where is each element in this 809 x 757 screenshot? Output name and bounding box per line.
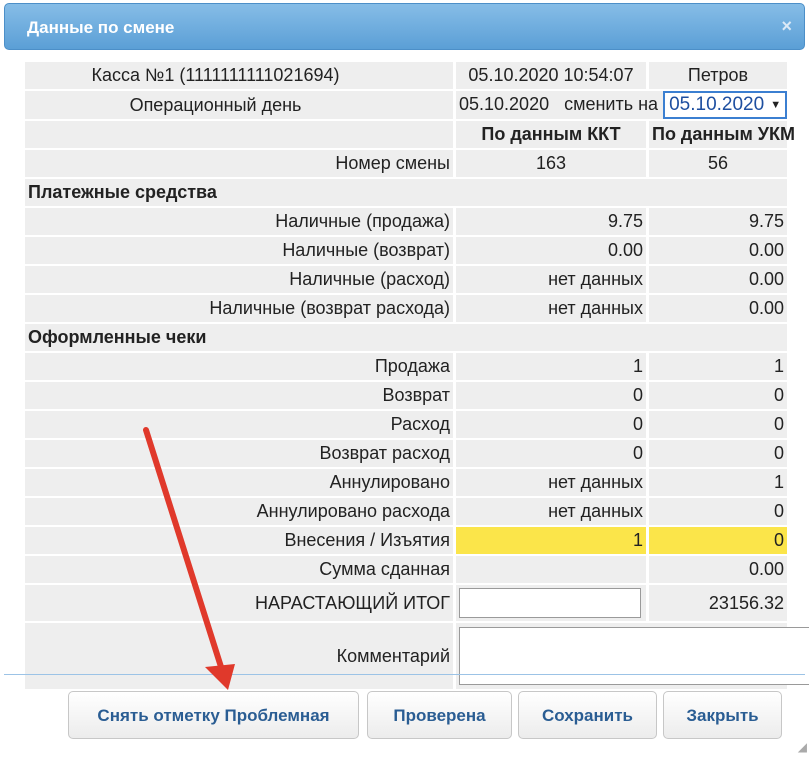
annotation-arrow-icon: [143, 427, 235, 690]
dialog-resize-icon[interactable]: ◢: [798, 740, 807, 754]
shift-data-dialog: Данные по смене × Касса №1 (111111111102…: [0, 0, 809, 757]
